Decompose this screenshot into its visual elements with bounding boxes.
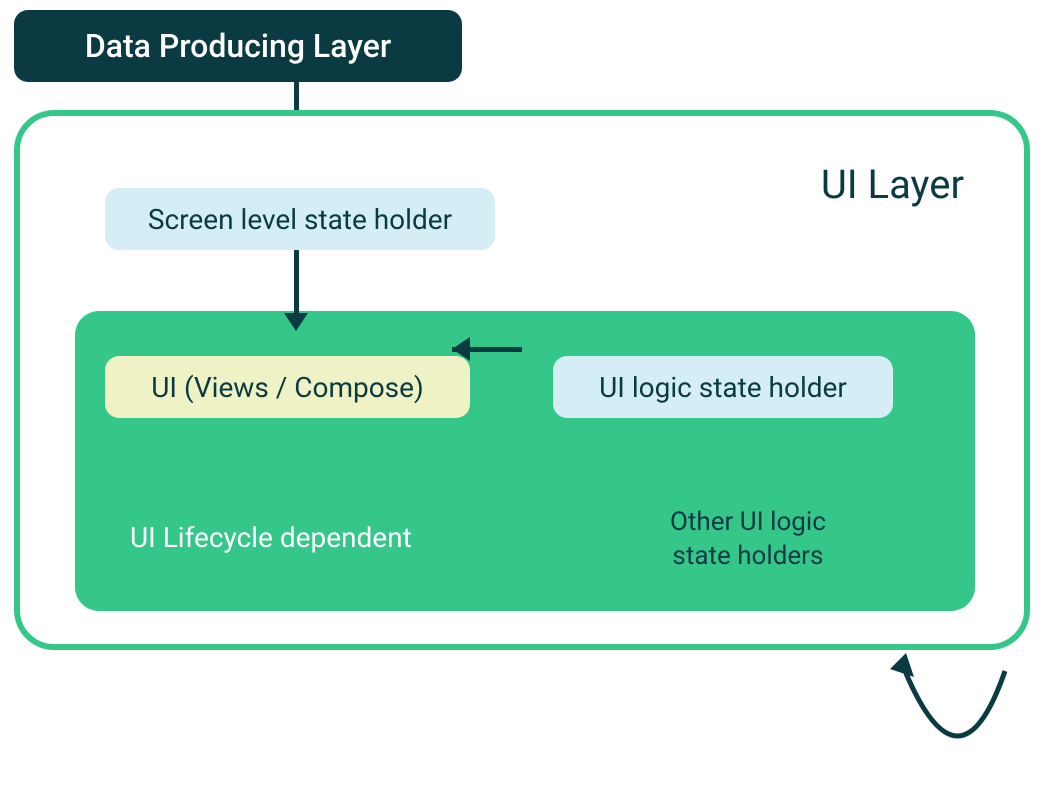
arrowhead-screen-to-ui bbox=[284, 313, 308, 331]
ui-views-compose-box: UI (Views / Compose) bbox=[105, 356, 470, 418]
data-producing-layer-title: Data Producing Layer bbox=[85, 27, 391, 65]
other-ui-logic-state-holders-text: Other UI logicstate holders bbox=[670, 506, 826, 574]
arrowhead-logic-to-ui bbox=[452, 337, 470, 361]
screen-level-state-holder-box: Screen level state holder bbox=[105, 188, 495, 250]
ui-lifecycle-dependent-box: UI (Views / Compose) UI logic state hold… bbox=[75, 311, 975, 611]
ui-logic-state-holder-box: UI logic state holder bbox=[553, 356, 893, 418]
ui-layer-container: UI Layer Screen level state holder UI (V… bbox=[14, 110, 1030, 650]
screen-level-state-holder-text: Screen level state holder bbox=[148, 203, 452, 236]
ui-lifecycle-dependent-title: UI Lifecycle dependent bbox=[130, 521, 412, 554]
ui-views-compose-text: UI (Views / Compose) bbox=[151, 371, 423, 404]
ui-logic-state-holder-text: UI logic state holder bbox=[599, 371, 847, 404]
ui-layer-title: UI Layer bbox=[821, 161, 964, 208]
arrow-screen-to-ui bbox=[294, 250, 299, 320]
data-producing-layer-box: Data Producing Layer bbox=[14, 10, 462, 82]
curve-arrow-self-loop bbox=[890, 631, 1030, 791]
